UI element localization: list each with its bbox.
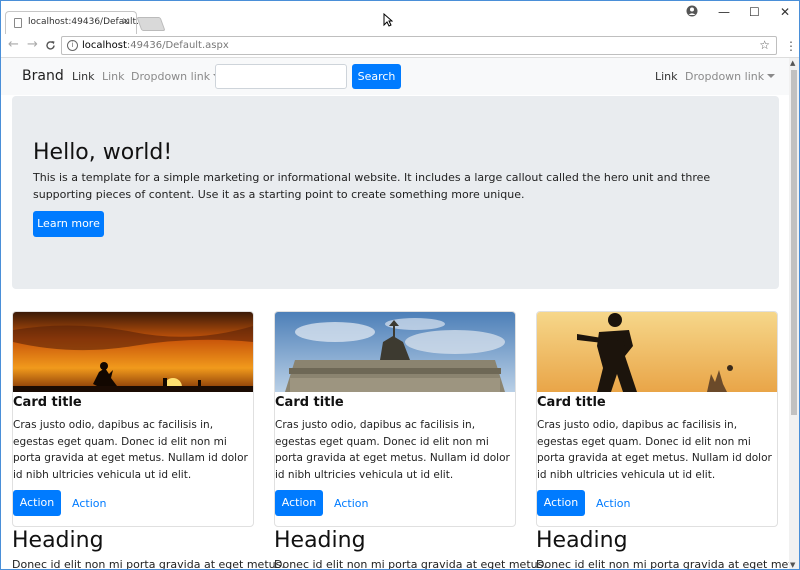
nav-dropdown-label: Dropdown link [131,70,211,83]
card-text: Cras justo odio, dapibus ac facilisis in… [13,419,248,481]
nav-link-2[interactable]: Link [102,70,125,83]
card-title: Card title [275,395,344,410]
browser-tab[interactable]: localhost:49436/Default.a × [5,11,144,34]
forward-icon[interactable]: → [27,37,38,52]
browser-toolbar: ← → i localhost:49436/Default.aspx ☆ ⋮ [1,34,799,58]
scroll-up-icon[interactable]: ▲ [790,59,795,67]
nav-link-1[interactable]: Link [72,70,95,83]
card-image-cricketer [537,312,777,392]
card-action-link[interactable]: Action [334,497,368,510]
page-icon [14,18,22,28]
column-text: Donec id elit non mi porta gravida at eg… [274,558,547,570]
bookmark-star-icon[interactable]: ☆ [759,38,770,52]
tab-close-icon[interactable]: × [122,16,130,27]
card-title: Card title [537,395,606,410]
hero-text: This is a template for a simple marketin… [33,171,711,201]
card-action-link[interactable]: Action [72,497,106,510]
card-action-link[interactable]: Action [596,497,630,510]
nav-dropdown[interactable]: Dropdown link [131,70,222,83]
vertical-scrollbar[interactable]: ▲ ▼ [789,58,799,569]
url-host: localhost [82,40,127,51]
nav-right-link[interactable]: Link [655,70,678,83]
column-text: Donec id elit non mi porta gravida at eg… [536,558,789,570]
card-text: Cras justo odio, dapibus ac facilisis in… [275,419,510,481]
tab-strip: localhost:49436/Default.a × — ☐ ✕ [1,1,799,34]
scrollbar-thumb[interactable] [791,70,797,415]
window-close-button[interactable]: ✕ [780,5,790,19]
reload-icon[interactable] [45,40,56,51]
navbar-brand[interactable]: Brand [22,68,64,84]
address-bar[interactable]: i localhost:49436/Default.aspx ☆ [61,36,777,55]
card-image-sunset [13,312,253,392]
column-heading: Heading [536,528,628,553]
minimize-button[interactable]: — [718,5,730,19]
hero-jumbotron: Hello, world! This is a template for a s… [12,96,779,289]
nav-right-dropdown[interactable]: Dropdown link [685,70,776,83]
card-image-gate [275,312,515,392]
card-text: Cras justo odio, dapibus ac facilisis in… [537,419,772,481]
card-action-button[interactable]: Action [537,490,585,516]
url-path: :49436/Default.aspx [126,40,229,51]
card-3: Card title Cras justo odio, dapibus ac f… [536,311,778,527]
learn-more-button[interactable]: Learn more [33,211,104,237]
card-2: Card title Cras justo odio, dapibus ac f… [274,311,516,527]
nav-right-dropdown-label: Dropdown link [685,70,765,83]
browser-window: localhost:49436/Default.a × — ☐ ✕ ← → i … [0,0,800,570]
column-heading: Heading [274,528,366,553]
card-1: Card title Cras justo odio, dapibus ac f… [12,311,254,527]
new-tab-button[interactable] [136,17,166,31]
search-button[interactable]: Search [352,64,401,89]
caret-down-icon [767,74,776,78]
card-title: Card title [13,395,82,410]
search-input[interactable] [215,64,347,89]
site-navbar: Brand Link Link Dropdown link Search Lin… [1,58,789,95]
browser-menu-icon[interactable]: ⋮ [785,39,797,53]
scroll-down-icon[interactable]: ▼ [790,561,795,569]
account-icon[interactable] [686,5,698,17]
mouse-cursor-icon [383,13,393,27]
back-icon[interactable]: ← [8,37,19,52]
info-icon[interactable]: i [67,40,78,51]
card-action-button[interactable]: Action [13,490,61,516]
page-viewport: Brand Link Link Dropdown link Search Lin… [1,58,789,570]
maximize-button[interactable]: ☐ [749,5,760,19]
card-action-button[interactable]: Action [275,490,323,516]
column-heading: Heading [12,528,104,553]
hero-heading: Hello, world! [33,140,173,165]
column-text: Donec id elit non mi porta gravida at eg… [12,558,285,570]
